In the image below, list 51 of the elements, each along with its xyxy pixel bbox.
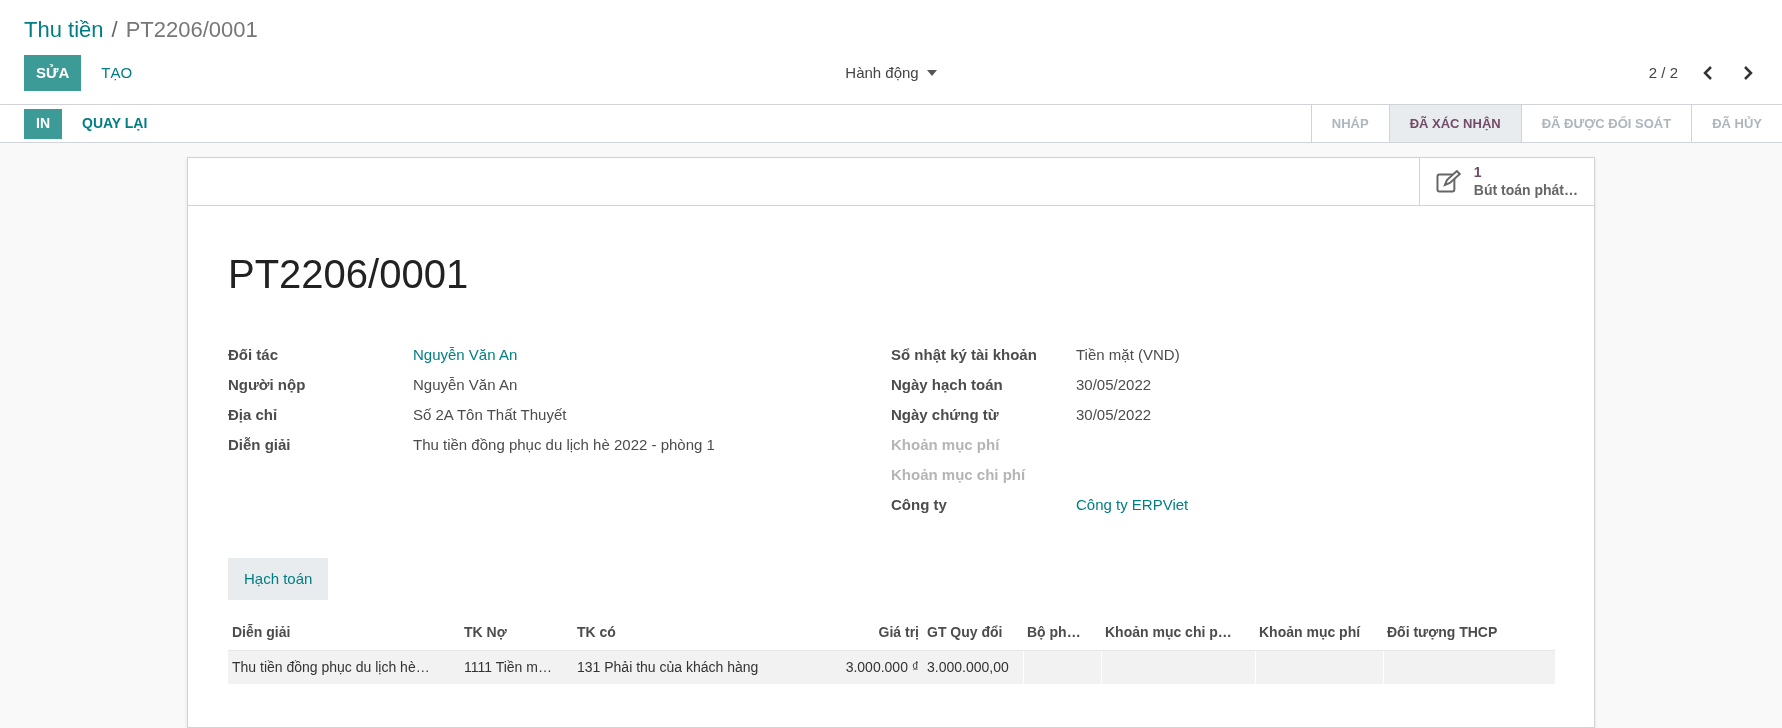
field-value: Thu tiền đồng phục du lịch hè 2022 - phòng 1 (413, 435, 715, 455)
field-label: Ngày chứng từ (891, 405, 1000, 425)
field-value: Tiền mặt (VND) (1076, 345, 1180, 365)
chevron-left-icon (1703, 66, 1713, 80)
chevron-right-icon (1743, 66, 1753, 80)
field-link[interactable]: Công ty ERPViet (1076, 494, 1189, 517)
column-header: GT Quy đổi (926, 622, 1004, 642)
field-link[interactable]: Nguyễn Văn An (413, 344, 518, 367)
edit-button[interactable]: SỬA (24, 55, 82, 91)
tab[interactable]: Hạch toán (228, 558, 329, 600)
create-button[interactable]: TẠO (89, 55, 145, 91)
caret-icon (926, 70, 937, 76)
field-value: 30/05/2022 (1076, 405, 1152, 425)
column-header: Khoản mục phí (1258, 622, 1362, 642)
status-step[interactable]: ĐÃ XÁC NHẬN (1389, 105, 1522, 142)
field-label: Khoản mục phí (891, 435, 1001, 455)
column-header: Giá trị (877, 622, 920, 642)
field-value: Số 2A Tôn Thất Thuyết (413, 405, 567, 425)
action-menu-button[interactable]: Hành động (845, 61, 937, 85)
table-cell-text: Thu tiền đồng phục du lịch hè… (231, 658, 431, 677)
button-label: Bút toán phát… (1473, 181, 1578, 199)
field-label: Công ty (891, 495, 948, 515)
table-cell-text: 1111 Tiền m… (463, 658, 553, 677)
count-text: 1 (1473, 164, 1482, 182)
column-header: TK có (576, 622, 617, 642)
column-header: Bộ ph… (1026, 622, 1082, 642)
print-button[interactable]: IN (24, 108, 62, 139)
record-title: PT2206/0001 (228, 251, 470, 298)
column-header: Diễn giải (231, 622, 292, 642)
field-label: Người nộp (228, 375, 307, 395)
breadcrumb-link[interactable]: Thu tiền (24, 12, 104, 46)
field-value: Nguyễn Văn An (413, 375, 518, 395)
back-button[interactable]: QUAY LẠI (70, 108, 160, 139)
table-cell-text: 3.000.000,00 (926, 658, 1010, 677)
field-label: Diễn giải (228, 435, 292, 455)
pager-counter: 2 / 2 (1648, 62, 1678, 83)
field-label: Khoản mục chi phí (891, 465, 1027, 485)
column-header: Đối tượng THCP (1386, 622, 1499, 642)
field-label: Đối tác (228, 345, 279, 365)
table-cell-text: 3.000.000 ₫ (844, 658, 920, 677)
column-header: TK Nợ (463, 622, 508, 642)
table-cell-text: 131 Phải thu của khách hàng (576, 658, 760, 677)
column-header: Khoản mục chi p… (1104, 622, 1233, 642)
edit-icon (1436, 169, 1462, 194)
field-value: 30/05/2022 (1076, 375, 1152, 395)
breadcrumb-current: PT2206/0001 (125, 15, 258, 44)
breadcrumb-separator: / (111, 15, 118, 44)
field-label: Ngày hạch toán (891, 375, 1004, 395)
field-label: Sổ nhật ký tài khoản (891, 345, 1038, 365)
journal-entries-button[interactable]: 1 Bút toán phát… (1419, 158, 1594, 205)
field-label: Địa chỉ (228, 405, 279, 425)
